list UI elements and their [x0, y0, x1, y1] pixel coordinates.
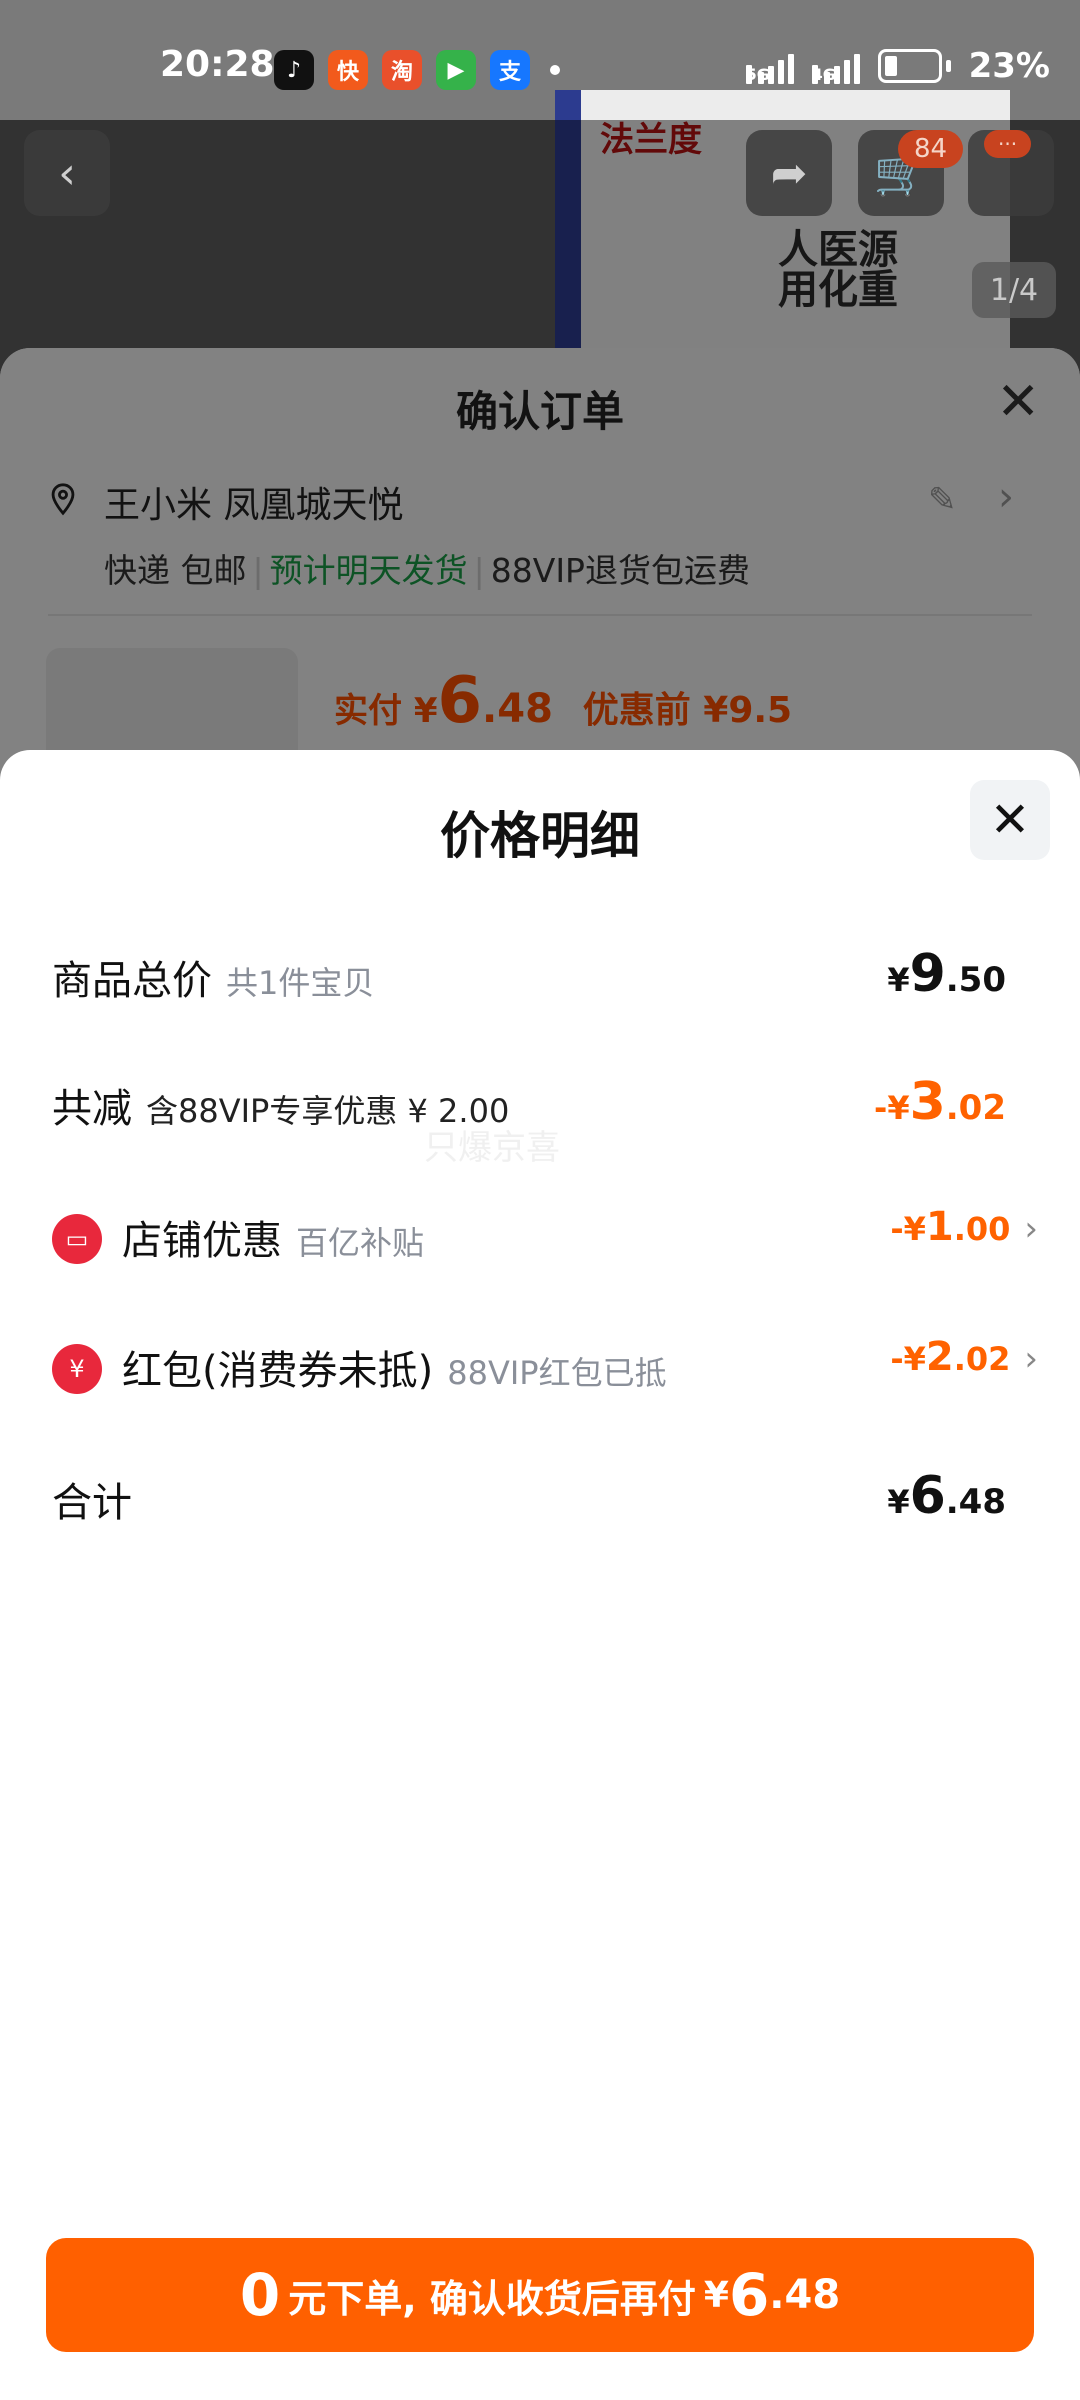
- share-icon: ➦: [770, 147, 808, 199]
- red-packet-value: -¥2.02 ›: [890, 1334, 1038, 1380]
- row-red-packet[interactable]: ¥ 红包(消费券未抵) 88VIP红包已抵 -¥2.02 ›: [52, 1334, 1038, 1418]
- back-arrow-icon: ‹: [58, 147, 76, 199]
- signal-5g-icon: 5G: [745, 48, 794, 84]
- battery-icon: [877, 49, 942, 83]
- image-page-indicator: 1/4: [972, 262, 1056, 318]
- grand-total-value: ¥6.48: [887, 1466, 1006, 1526]
- total-discount-value: -¥3.02: [874, 1072, 1006, 1132]
- store-discount-value: -¥1.00 ›: [890, 1204, 1038, 1250]
- price-detail-title: 价格明细: [440, 807, 640, 865]
- place-order-button[interactable]: 0 元下单, 确认收货后再付 ¥6.48: [46, 2238, 1034, 2352]
- douyin-icon: ♪: [274, 50, 314, 90]
- red-packet-icon: ¥: [52, 1344, 102, 1394]
- confirm-order-sheet: 确认订单 ✕ 王小米 凤凰城天悦 ✎ › 快递 包邮 | 预计明天发货 | 88VIP退…: [0, 348, 1080, 828]
- notification-dot: [550, 65, 560, 75]
- cart-count-badge: 84: [898, 130, 964, 168]
- sheet-dim-overlay: [0, 348, 1080, 808]
- close-icon: ✕: [989, 792, 1031, 848]
- row-grand-total: 合计 ¥6.48: [52, 1466, 1006, 1526]
- taobao-icon: 淘: [382, 50, 422, 90]
- close-button[interactable]: ✕: [970, 780, 1050, 860]
- price-detail-sheet: 价格明细 ✕ 商品总价 共1件宝贝 ¥9.50 共减 含88VIP专享优惠 ¥ 2.…: [0, 750, 1080, 2400]
- row-store-discount[interactable]: ▭ 店铺优惠 百亿补贴 -¥1.00 ›: [52, 1204, 1038, 1288]
- chevron-right-icon: ›: [1024, 1339, 1038, 1379]
- goods-total-value: ¥9.50: [887, 944, 1006, 1004]
- watermark: 只爆京喜: [424, 1128, 560, 1168]
- store-coupon-icon: ▭: [52, 1214, 102, 1264]
- system-indicators: 5G 4G 23%: [745, 46, 1050, 86]
- battery-percent: 23%: [968, 46, 1050, 86]
- share-button[interactable]: ➦: [746, 130, 832, 216]
- status-time: 20:28: [160, 44, 275, 85]
- video-icon: ▶: [436, 50, 476, 90]
- back-button[interactable]: ‹: [24, 130, 110, 216]
- chevron-right-icon: ›: [1024, 1209, 1038, 1249]
- more-badge: ···: [984, 130, 1032, 158]
- kuaishou-icon: 快: [328, 50, 368, 90]
- notification-icons: ♪ 快 淘 ▶ 支: [274, 50, 530, 90]
- alipay-icon: 支: [490, 50, 530, 90]
- signal-4g-icon: 4G: [811, 48, 860, 84]
- row-goods-total: 商品总价 共1件宝贝 ¥9.50: [52, 944, 1006, 1004]
